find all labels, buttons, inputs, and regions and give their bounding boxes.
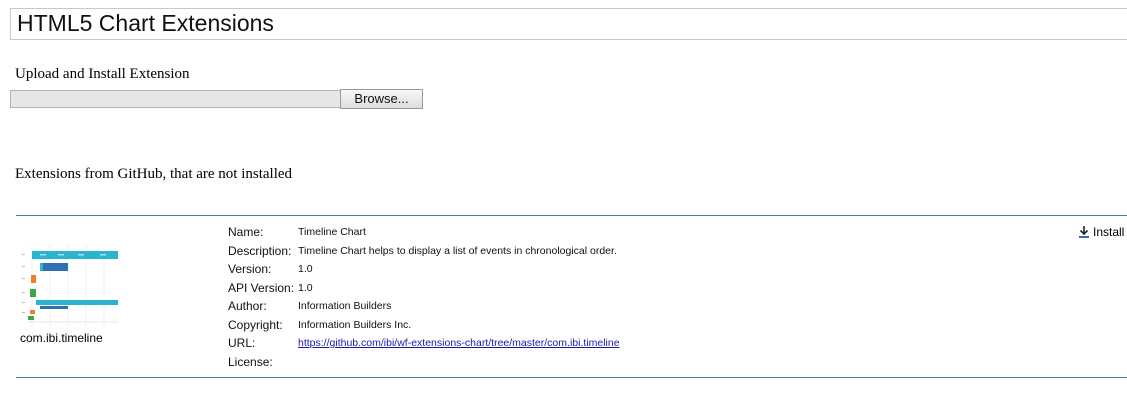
download-icon — [1079, 226, 1089, 238]
detail-label: License: — [228, 354, 273, 369]
page-title: HTML5 Chart Extensions — [17, 10, 274, 36]
detail-label: Copyright: — [228, 317, 283, 332]
detail-value-description: Timeline Chart helps to display a list o… — [298, 244, 617, 257]
detail-label: Version: — [228, 262, 272, 276]
file-path-field[interactable] — [10, 90, 341, 108]
divider-bottom — [16, 377, 1127, 378]
detail-value-version: 1.0 — [298, 263, 313, 275]
detail-label: Name: — [228, 225, 264, 239]
upload-heading: Upload and Install Extension — [15, 66, 190, 82]
detail-label: URL: — [228, 336, 256, 350]
detail-label: API Version: — [228, 280, 295, 295]
page-title-box: HTML5 Chart Extensions — [10, 8, 1127, 40]
detail-label: Description: — [228, 243, 292, 258]
detail-label: Author: — [228, 299, 267, 313]
install-button[interactable]: Install — [1077, 225, 1124, 239]
detail-value-name: Timeline Chart — [298, 226, 366, 238]
divider-top — [16, 215, 1127, 216]
extension-url-link[interactable]: https://github.com/ibi/wf-extensions-cha… — [298, 337, 620, 349]
detail-value-author: Information Builders — [298, 300, 392, 312]
extension-id: com.ibi.timeline — [20, 331, 103, 345]
browse-button[interactable]: Browse... — [340, 89, 423, 109]
github-extensions-heading: Extensions from GitHub, that are not ins… — [15, 166, 293, 182]
detail-value-copyright: Information Builders Inc. — [298, 318, 412, 331]
detail-value-api-version: 1.0 — [298, 281, 313, 294]
install-label: Install — [1093, 225, 1125, 239]
extension-thumbnail — [20, 244, 120, 326]
